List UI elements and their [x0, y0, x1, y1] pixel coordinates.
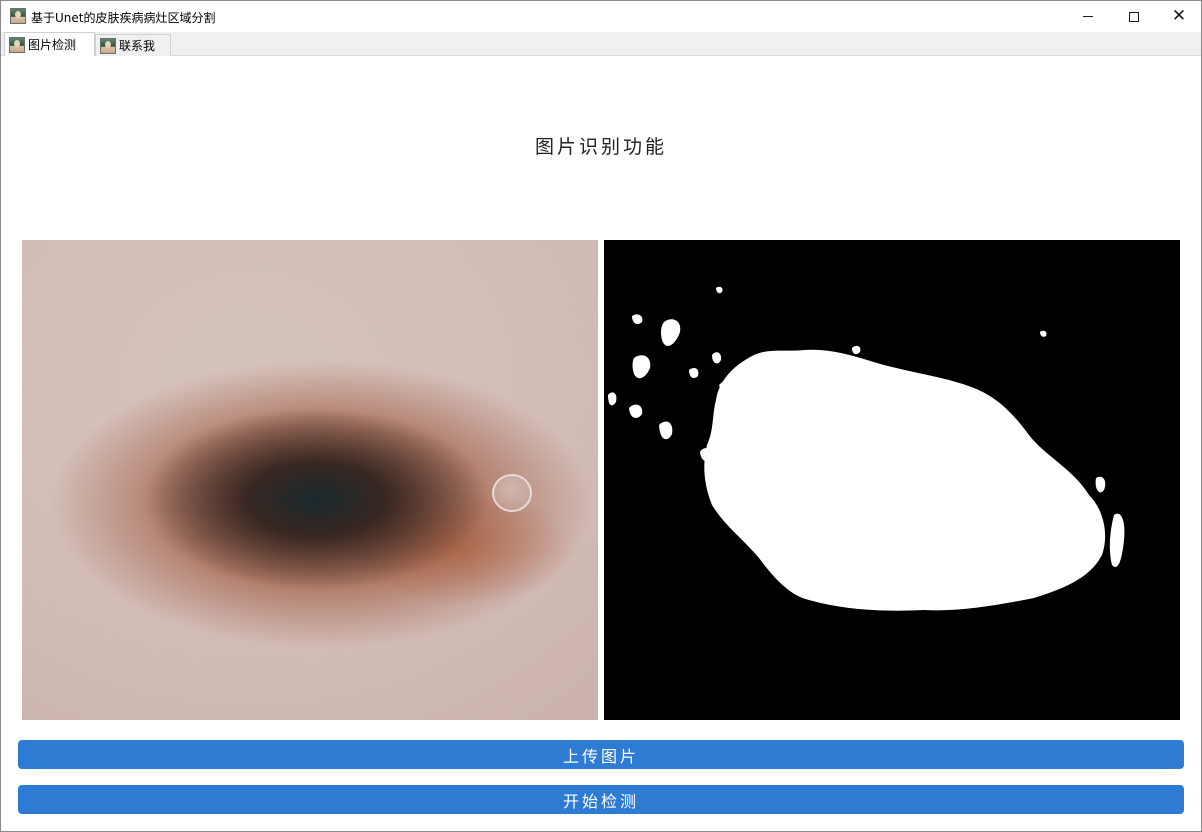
portrait-icon: [9, 36, 25, 53]
app-window: 基于Unet的皮肤疾病病灶区域分割 ✕ 图片检测 联系我 图片识别功能 上传图片…: [0, 0, 1202, 832]
start-detection-button[interactable]: 开始检测: [18, 785, 1184, 814]
tab-bar: 图片检测 联系我: [1, 32, 1201, 56]
page-title: 图片识别功能: [534, 136, 667, 158]
segmentation-mask: [604, 240, 1180, 720]
maximize-button[interactable]: [1111, 1, 1157, 32]
app-portrait-icon: [10, 8, 26, 24]
upload-image-button[interactable]: 上传图片: [18, 740, 1184, 769]
mask-image: [604, 240, 1180, 720]
tab-contact[interactable]: 联系我: [95, 34, 171, 56]
maximize-icon: [1129, 11, 1139, 22]
minimize-button[interactable]: [1065, 1, 1111, 32]
close-button[interactable]: ✕: [1156, 1, 1202, 32]
original-image: [22, 240, 598, 720]
minimize-icon: [1083, 16, 1093, 17]
tab-label: 联系我: [119, 39, 156, 53]
close-icon: ✕: [1171, 6, 1187, 26]
portrait-icon: [100, 37, 116, 54]
air-bubble: [492, 474, 532, 512]
tab-label: 图片检测: [28, 38, 77, 52]
window-title: 基于Unet的皮肤疾病病灶区域分割: [31, 11, 216, 25]
tab-image-detection[interactable]: 图片检测: [4, 32, 95, 56]
title-bar: 基于Unet的皮肤疾病病灶区域分割 ✕: [1, 1, 1201, 32]
